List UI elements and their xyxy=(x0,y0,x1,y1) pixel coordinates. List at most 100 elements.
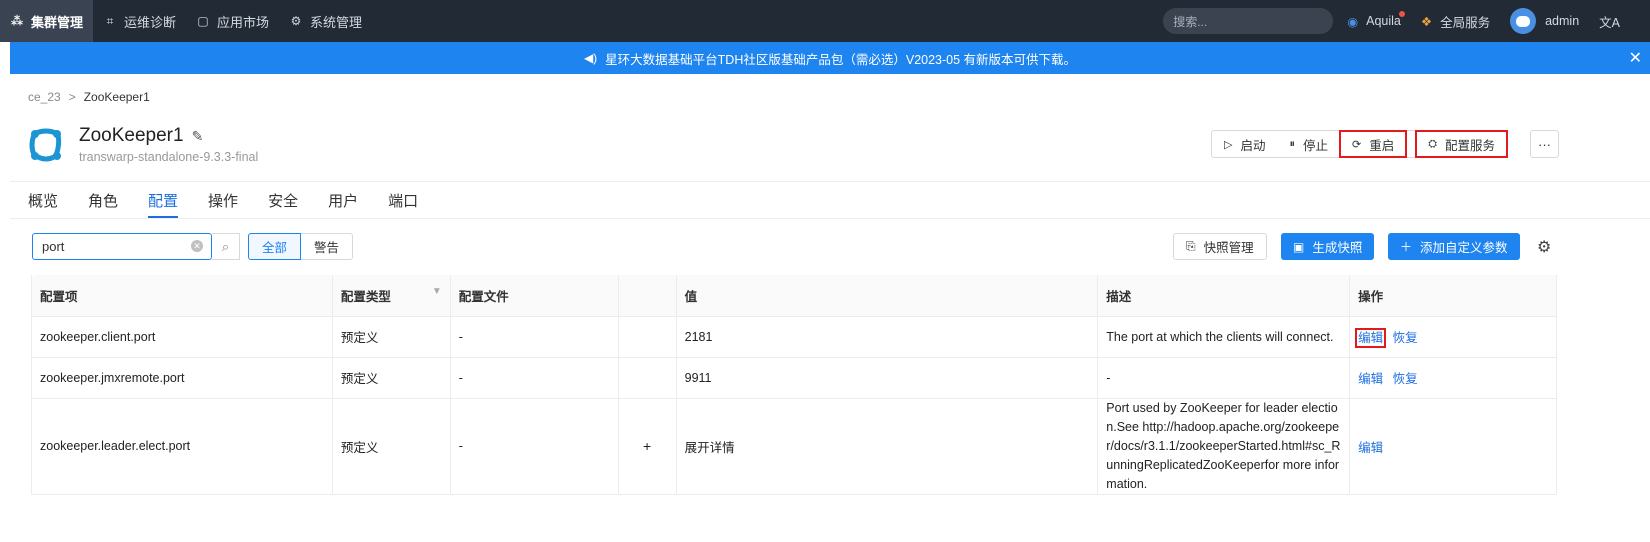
cell-file: - xyxy=(450,398,619,495)
cell-value: 9911 xyxy=(676,357,1099,399)
zookeeper-logo-icon xyxy=(29,128,62,162)
tab-config[interactable]: 配置 xyxy=(148,190,179,218)
search-placeholder: 搜索... xyxy=(1173,14,1208,29)
aquila-icon: ◉ xyxy=(1347,14,1359,29)
announcement-banner: ◀) 星环大数据基础平台TDH社区版基础产品包（需必选）V2023-05 有新版… xyxy=(10,42,1650,74)
market-icon: ▢ xyxy=(197,14,209,28)
global-service-link[interactable]: ❖ 全局服务 xyxy=(1421,12,1490,31)
col-header-actions: 操作 xyxy=(1349,275,1557,317)
edit-link[interactable]: 编辑 xyxy=(1355,328,1387,348)
banner-text: 星环大数据基础平台TDH社区版基础产品包（需必选）V2023-05 有新版本可供… xyxy=(605,52,1077,67)
breadcrumb: ce_23 > ZooKeeper1 xyxy=(28,90,150,104)
service-version: transwarp-standalone-9.3.3-final xyxy=(79,150,259,164)
tab-overview[interactable]: 概览 xyxy=(28,190,58,218)
user-menu[interactable]: admin xyxy=(1510,8,1579,34)
cell-name: zookeeper.leader.elect.port xyxy=(31,398,333,495)
edit-link[interactable]: 编辑 xyxy=(1358,372,1383,386)
config-table: 配置项 配置类型 ▼ 配置文件 值 描述 操作 zookeeper.client… xyxy=(31,275,1557,495)
breadcrumb-current: ZooKeeper1 xyxy=(83,90,150,104)
tab-users[interactable]: 用户 xyxy=(328,190,358,218)
more-button[interactable]: ··· xyxy=(1530,130,1559,158)
plus-icon: ＋ xyxy=(1400,240,1413,254)
cell-value: 2181 xyxy=(676,316,1099,358)
cell-desc: - xyxy=(1097,357,1351,399)
breadcrumb-parent[interactable]: ce_23 xyxy=(28,90,61,104)
start-label: 启动 xyxy=(1240,138,1266,153)
close-icon[interactable]: ✕ xyxy=(1629,48,1642,68)
search-icon: ⌕ xyxy=(221,238,230,254)
cell-type: 预定义 xyxy=(332,316,451,358)
cell-expand xyxy=(618,357,677,399)
global-service-label: 全局服务 xyxy=(1440,15,1491,30)
nav-cluster-management[interactable]: ⁂ 集群管理 xyxy=(0,0,94,42)
gear-icon[interactable]: ⚙ xyxy=(1537,237,1551,257)
cell-file: - xyxy=(450,316,619,358)
col-header-desc: 描述 xyxy=(1097,275,1351,317)
generate-snapshot-button[interactable]: ▣ 生成快照 xyxy=(1281,233,1375,260)
gear-icon: ⚙ xyxy=(290,14,302,28)
col-header-value: 值 xyxy=(676,275,1099,317)
nav-label: 集群管理 xyxy=(31,14,84,30)
divider xyxy=(10,218,1650,219)
restart-label: 重启 xyxy=(1369,138,1395,153)
snapshot-manage-label: 快照管理 xyxy=(1203,241,1254,255)
cell-file: - xyxy=(450,357,619,399)
restart-button[interactable]: ⟳ 重启 xyxy=(1338,130,1408,158)
col-header-expand xyxy=(618,275,677,317)
filter-segment: 全部 警告 xyxy=(248,233,354,260)
nav-app-market[interactable]: ▢ 应用市场 xyxy=(186,0,279,42)
add-custom-param-label: 添加自定义参数 xyxy=(1420,241,1508,255)
filter-icon[interactable]: ▼ xyxy=(432,286,442,297)
tab-operations[interactable]: 操作 xyxy=(208,190,238,218)
table-row: zookeeper.jmxremote.port 预定义 - 9911 - 编辑… xyxy=(31,357,1557,399)
stop-button[interactable]: ⏸ 停止 xyxy=(1277,131,1340,157)
segment-warning[interactable]: 警告 xyxy=(301,233,354,260)
notification-dot xyxy=(1398,10,1405,17)
restore-link[interactable]: 恢复 xyxy=(1393,372,1418,386)
expand-details-link[interactable]: 展开详情 xyxy=(676,398,1099,495)
add-custom-param-button[interactable]: ＋ 添加自定义参数 xyxy=(1388,233,1520,260)
configure-service-button[interactable]: ⛭ 配置服务 xyxy=(1415,130,1509,158)
language-switch[interactable]: 文A xyxy=(1599,12,1620,31)
tab-roles[interactable]: 角色 xyxy=(88,190,118,218)
configure-icon: ⛭ xyxy=(1428,137,1438,150)
tab-ports[interactable]: 端口 xyxy=(388,190,418,218)
snapshot-icon: ⎘ xyxy=(1186,239,1196,253)
global-search-input[interactable]: 搜索... xyxy=(1163,8,1334,34)
nav-ops-diagnosis[interactable]: ⌗ 运维诊断 xyxy=(93,0,186,42)
segment-all[interactable]: 全部 xyxy=(248,233,302,260)
start-button[interactable]: ▷ 启动 xyxy=(1212,131,1277,157)
col-header-type[interactable]: 配置类型 ▼ xyxy=(332,275,451,317)
aquila-link[interactable]: ◉ Aquila xyxy=(1347,10,1405,29)
service-action-group: ▷ 启动 ⏸ 停止 ⟳ 重启 ⛭ 配置服务 xyxy=(1211,130,1509,158)
nav-label: 系统管理 xyxy=(310,14,363,30)
top-nav: ⁂ 集群管理 ⌗ 运维诊断 ▢ 应用市场 ⚙ 系统管理 搜索... ◉ Aqui… xyxy=(0,0,1650,42)
speaker-icon: ◀) xyxy=(583,51,598,65)
expand-button[interactable]: + xyxy=(618,398,677,495)
restore-link[interactable]: 恢复 xyxy=(1393,331,1418,345)
edit-link[interactable]: 编辑 xyxy=(1358,441,1383,455)
diagnose-icon: ⌗ xyxy=(106,13,114,28)
config-search-input[interactable]: port ✕ xyxy=(32,233,212,260)
pencil-icon[interactable]: ✎ xyxy=(192,128,204,145)
table-header-row: 配置项 配置类型 ▼ 配置文件 值 描述 操作 xyxy=(31,275,1557,317)
nav-label: 运维诊断 xyxy=(124,14,177,30)
cluster-icon: ⁂ xyxy=(10,14,24,28)
page-title: ZooKeeper1 ✎ xyxy=(79,125,203,147)
cell-desc: The port at which the clients will conne… xyxy=(1097,316,1351,358)
nav-system-management[interactable]: ⚙ 系统管理 xyxy=(279,0,372,42)
tab-security[interactable]: 安全 xyxy=(268,190,298,218)
clear-icon[interactable]: ✕ xyxy=(191,240,203,252)
divider xyxy=(10,181,1650,182)
generate-snapshot-label: 生成快照 xyxy=(1312,241,1363,255)
stop-label: 停止 xyxy=(1302,138,1328,153)
col-header-type-label: 配置类型 xyxy=(340,289,391,304)
pause-icon: ⏸ xyxy=(1289,137,1295,150)
user-name: admin xyxy=(1545,14,1580,28)
cell-desc: Port used by ZooKeeper for leader electi… xyxy=(1097,398,1351,495)
aquila-label: Aquila xyxy=(1366,14,1401,28)
cell-name: zookeeper.jmxremote.port xyxy=(31,357,333,399)
snapshot-manage-button[interactable]: ⎘ 快照管理 xyxy=(1173,233,1267,260)
search-button[interactable]: ⌕ xyxy=(212,233,240,260)
table-row: zookeeper.client.port 预定义 - 2181 The por… xyxy=(31,316,1557,358)
